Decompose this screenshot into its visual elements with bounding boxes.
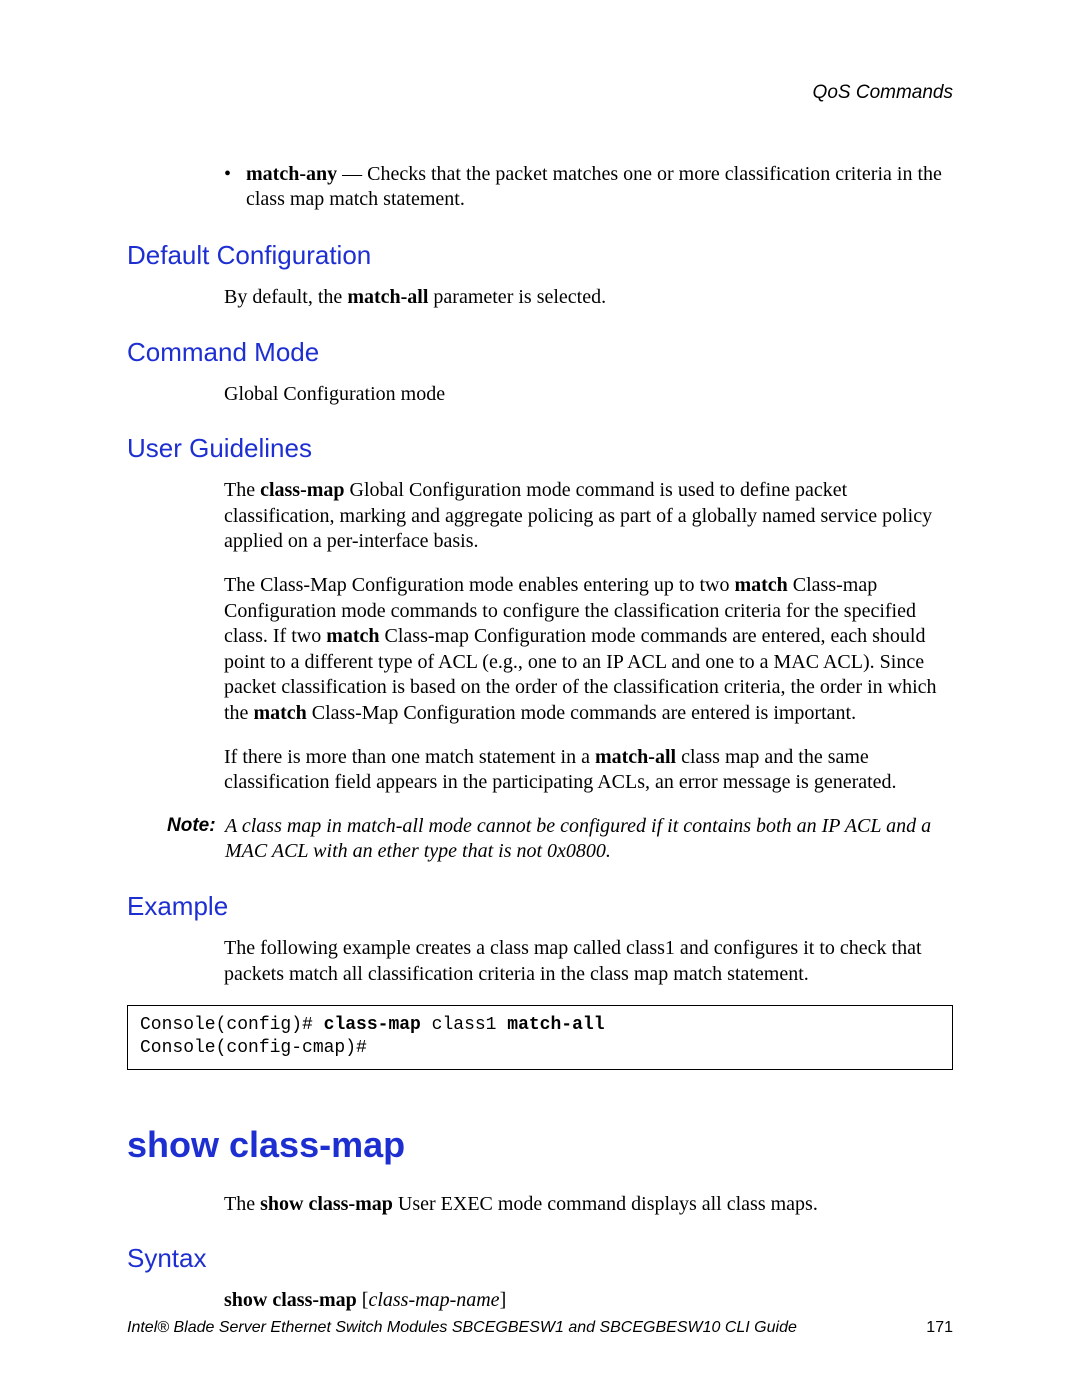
text: If there is more than one match statemen… [224,746,595,768]
text-bold: class-map [260,479,344,501]
text: Class-Map Configuration mode commands ar… [307,702,856,724]
text-bold: match-all [347,286,428,308]
text: parameter is selected. [428,286,606,308]
heading-example: Example [127,891,953,922]
heading-command-mode: Command Mode [127,337,953,368]
code-text: Console(config)# [140,1015,324,1035]
default-config-p1: By default, the match-all parameter is s… [224,285,953,311]
heading-syntax: Syntax [127,1243,953,1274]
user-guidelines-p2: The Class-Map Configuration mode enables… [224,573,953,727]
text-bold: match [734,574,787,596]
heading-default-configuration: Default Configuration [127,240,953,271]
header-chapter: QoS Commands [127,82,953,104]
bullet-dot: • [224,162,246,212]
bullet-match-any: • match-any — Checks that the packet mat… [224,162,953,212]
text: By default, the [224,286,347,308]
syntax-bracket: ] [500,1289,507,1311]
code-text-bold: class-map [324,1015,421,1035]
bullet-text: match-any — Checks that the packet match… [246,162,953,212]
code-line-2: Console(config-cmap)# [140,1037,940,1060]
syntax-cmd: show class-map [224,1289,362,1311]
text-bold: match-all [595,746,676,768]
text: The Class-Map Configuration mode enables… [224,574,734,596]
code-line-1: Console(config)# class-map class1 match-… [140,1014,940,1037]
text-bold: show class-map [260,1193,393,1215]
show-class-map-p1: The show class-map User EXEC mode comman… [224,1192,953,1218]
code-text-bold: match-all [507,1015,604,1035]
page-number: 171 [926,1319,953,1337]
note-body: A class map in match-all mode cannot be … [225,814,953,865]
text-bold: match [253,702,306,724]
heading-show-class-map: show class-map [127,1124,953,1166]
text: The [224,1193,260,1215]
command-mode-p1: Global Configuration mode [224,382,953,408]
note-block: Note: A class map in match-all mode cann… [167,814,953,865]
text: User EXEC mode command displays all clas… [393,1193,818,1215]
example-code-block: Console(config)# class-map class1 match-… [127,1005,953,1070]
syntax-arg: class-map-name [368,1289,499,1311]
user-guidelines-p3: If there is more than one match statemen… [224,745,953,796]
bullet-term: match-any [246,163,337,185]
text-bold: match [326,625,379,647]
note-label: Note: [167,814,225,865]
user-guidelines-p1: The class-map Global Configuration mode … [224,478,953,555]
code-text: class1 [421,1015,507,1035]
page-footer: Intel® Blade Server Ethernet Switch Modu… [127,1319,953,1337]
heading-user-guidelines: User Guidelines [127,433,953,464]
bullet-dash: — [337,163,367,185]
syntax-p1: show class-map [class-map-name] [224,1288,953,1314]
example-p1: The following example creates a class ma… [224,936,953,987]
text: The [224,479,260,501]
footer-title: Intel® Blade Server Ethernet Switch Modu… [127,1319,797,1337]
